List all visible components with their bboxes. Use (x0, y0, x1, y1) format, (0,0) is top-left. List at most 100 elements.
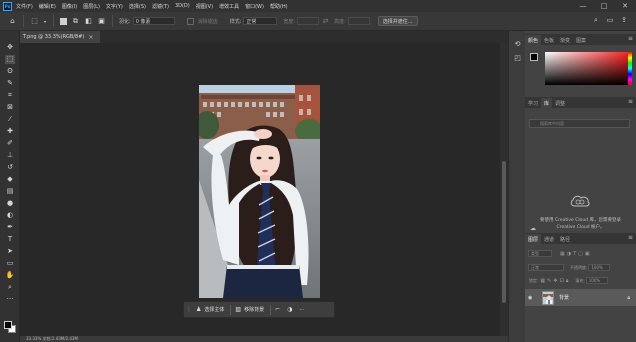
menu-edit[interactable]: 编辑(E) (39, 3, 56, 10)
filter-type-icon[interactable]: T (573, 251, 576, 257)
tab-adjustments[interactable]: 调整 (552, 98, 568, 108)
stamp-tool-icon[interactable]: ⊥ (5, 151, 15, 160)
tab-color[interactable]: 颜色 (525, 35, 542, 45)
eraser-tool-icon[interactable]: ◆ (5, 175, 15, 184)
transform-button[interactable]: ⌐ (275, 306, 283, 313)
close-tab-icon[interactable]: × (88, 34, 93, 41)
foreground-color-swatch[interactable] (530, 53, 538, 61)
menu-layer[interactable]: 图层(L) (83, 3, 100, 10)
lock-artboard-icon[interactable]: ⊡ (560, 278, 564, 284)
eyedropper-tool-icon[interactable]: ⁄ (5, 115, 15, 124)
lasso-tool-icon[interactable]: ʘ (5, 67, 15, 76)
workspace-icon[interactable]: ▭ (605, 15, 615, 25)
color-picker-field[interactable] (545, 52, 631, 85)
history-panel-icon[interactable]: ⟲ (513, 40, 522, 49)
menu-help[interactable]: 帮助(H) (270, 3, 288, 10)
width-input[interactable] (297, 17, 320, 25)
intersect-selection-icon[interactable]: ▣ (97, 17, 106, 26)
marquee-tool-icon[interactable]: ⬚ (5, 55, 15, 64)
share-icon[interactable]: ⇪ (619, 15, 629, 25)
layer-row[interactable]: ◉ 背景 🔒︎ (525, 289, 636, 306)
tab-swatches[interactable]: 色板 (541, 35, 557, 45)
menu-plugins[interactable]: 增效工具 (219, 3, 239, 10)
drag-handle-icon[interactable]: ⋮ (186, 306, 192, 313)
panel-menu-icon[interactable]: ≡ (628, 234, 633, 241)
dropdown-arrow-icon[interactable]: ▾ (43, 17, 47, 26)
visibility-eye-icon[interactable]: ◉ (528, 295, 534, 301)
panel-menu-icon[interactable]: ≡ (628, 98, 633, 105)
cloud-icon[interactable]: ☁ (530, 225, 536, 232)
feather-input[interactable]: 0 像素 (132, 17, 175, 25)
hue-slider[interactable] (628, 52, 632, 85)
new-selection-icon[interactable] (60, 17, 67, 25)
tab-layers[interactable]: 图层 (525, 234, 542, 244)
menu-window[interactable]: 窗口(W) (245, 3, 264, 10)
search-icon[interactable]: ⌕ (591, 15, 601, 25)
menu-3d[interactable]: 3D(D) (175, 3, 190, 9)
close-window-button[interactable]: ✕ (618, 0, 632, 12)
vertical-scrollbar[interactable] (500, 43, 508, 336)
home-icon[interactable]: ⌂ (8, 17, 17, 26)
library-search-input[interactable]: 搜索库中内容 (529, 119, 630, 128)
filter-adjust-icon[interactable]: ◑ (567, 251, 571, 257)
hand-tool-icon[interactable]: ✋ (5, 271, 15, 280)
brush-settings-icon[interactable]: ◰ (513, 54, 522, 63)
layer-filter-select[interactable]: 类型 (528, 250, 552, 257)
zoom-tool-icon[interactable]: ⌕ (5, 283, 15, 292)
scrollbar-thumb[interactable] (502, 161, 506, 303)
healing-tool-icon[interactable]: ✚ (5, 127, 15, 136)
select-and-mask-button[interactable]: 选择并遮住... (377, 16, 418, 26)
gradient-tool-icon[interactable]: ▤ (5, 187, 15, 196)
menu-file[interactable]: 文件(F) (16, 3, 33, 10)
tab-channels[interactable]: 通道 (541, 234, 557, 244)
mask-button[interactable]: ◑ (287, 306, 295, 313)
color-swatch[interactable] (530, 53, 542, 65)
subtract-selection-icon[interactable]: ◧ (84, 17, 93, 26)
panel-menu-icon[interactable]: ≡ (628, 35, 633, 42)
type-tool-icon[interactable]: T (5, 235, 15, 244)
blend-mode-select[interactable]: 正常 (528, 264, 564, 271)
tab-patterns[interactable]: 图案 (573, 35, 589, 45)
tab-libraries[interactable]: 库 (541, 98, 553, 108)
fill-input[interactable]: 100% (585, 277, 608, 284)
filter-smart-icon[interactable]: ▣ (585, 251, 590, 257)
style-select[interactable]: 正常 (243, 17, 278, 25)
minimize-button[interactable]: — (576, 0, 590, 12)
dodge-tool-icon[interactable]: ◐ (5, 211, 15, 220)
filter-shape-icon[interactable]: ▢ (578, 251, 583, 257)
more-tools-icon[interactable]: ··· (5, 295, 15, 304)
path-select-tool-icon[interactable]: ➤ (5, 247, 15, 256)
lock-all-icon[interactable]: 🔒︎ (566, 278, 569, 284)
menu-select[interactable]: 选择(S) (129, 3, 146, 10)
history-brush-icon[interactable]: ↺ (5, 163, 15, 172)
select-subject-button[interactable]: ♟ 选择主体 (196, 306, 224, 313)
more-options-button[interactable]: ··· (299, 307, 304, 313)
height-input[interactable] (347, 17, 370, 25)
shape-tool-icon[interactable]: ▭ (5, 259, 15, 268)
add-to-selection-icon[interactable]: ⧉ (71, 17, 80, 26)
menu-type[interactable]: 文字(Y) (106, 3, 123, 10)
move-tool-icon[interactable]: ✥ (5, 43, 15, 52)
lock-paint-icon[interactable]: ✎ (547, 278, 551, 284)
lock-move-icon[interactable]: ✥ (553, 278, 557, 284)
menu-filter[interactable]: 滤镜(T) (152, 3, 169, 10)
quick-select-tool-icon[interactable]: ✎ (5, 79, 15, 88)
pen-tool-icon[interactable]: ✒ (5, 223, 15, 232)
tab-gradients[interactable]: 渐变 (557, 35, 573, 45)
marquee-preset-icon[interactable]: ⬚ (30, 17, 39, 26)
maximize-button[interactable]: □ (597, 0, 611, 12)
opacity-input[interactable]: 100% (588, 264, 611, 271)
filter-pixel-icon[interactable]: ▦ (560, 251, 565, 257)
foreground-background-swatch[interactable] (4, 321, 17, 334)
menu-image[interactable]: 图像(I) (62, 3, 77, 10)
frame-tool-icon[interactable]: ⊠ (5, 103, 15, 112)
antialias-checkbox[interactable] (186, 17, 194, 25)
document-tab[interactable]: T.png @ 33.3%(RGB/8#) × (20, 31, 100, 43)
brush-tool-icon[interactable]: ✐ (5, 139, 15, 148)
menu-view[interactable]: 视图(V) (196, 3, 213, 10)
lock-transparent-icon[interactable]: ▦ (540, 278, 545, 284)
crop-tool-icon[interactable]: ⌗ (5, 91, 15, 100)
remove-background-button[interactable]: ▨ 移除背景 (235, 306, 264, 313)
canvas-photo[interactable] (199, 85, 320, 298)
tab-paths[interactable]: 路径 (557, 234, 573, 244)
